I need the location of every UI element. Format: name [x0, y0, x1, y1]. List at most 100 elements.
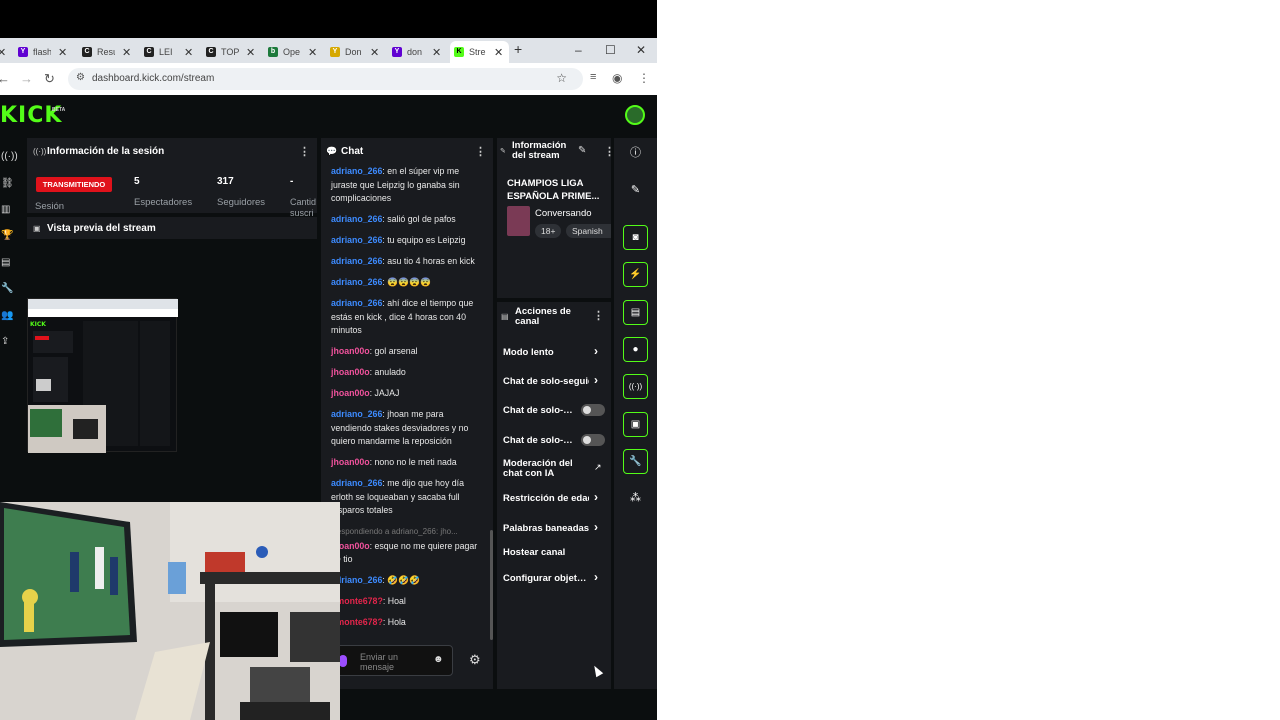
action-slow-mode[interactable]: Modo lento: [503, 347, 554, 358]
broadcast-icon: ((·)): [33, 147, 47, 156]
chat-settings-gear-icon[interactable]: ⚙: [469, 652, 481, 668]
close-icon[interactable]: ✕: [246, 46, 255, 59]
list-item: adriano_266: me dijo que hoy día erloth …: [331, 478, 465, 515]
tab-previous[interactable]: ✕: [0, 41, 6, 63]
close-icon[interactable]: ✕: [0, 46, 6, 59]
channel-actions-title: Acciones de canal: [515, 306, 571, 327]
close-icon[interactable]: ✕: [370, 46, 379, 59]
tab-4[interactable]: C TOP ✕: [206, 41, 255, 63]
trophy-icon[interactable]: 🏆: [1, 230, 13, 241]
new-tab-button[interactable]: +: [514, 41, 522, 57]
maximize-button[interactable]: ☐: [605, 43, 616, 57]
tab-3[interactable]: C LEI ✕: [144, 41, 193, 63]
channel-actions-menu-icon[interactable]: ⋮: [593, 309, 604, 322]
category-thumbnail[interactable]: [507, 206, 530, 236]
notes-icon[interactable]: ▤: [623, 300, 648, 325]
action-banned-words[interactable]: Palabras baneadas: [503, 523, 589, 534]
chevron-right-icon[interactable]: ›: [594, 490, 598, 504]
list-item: adriano_266: tu equipo es Leipzig: [331, 235, 466, 245]
users-icon[interactable]: 👥: [1, 310, 13, 321]
lightning-icon[interactable]: ⚡: [623, 262, 648, 287]
channel-actions-icon[interactable]: ▣: [623, 412, 648, 437]
action-subscribers-only[interactable]: Chat de solo-suscriptores: [503, 405, 573, 416]
yahoo-icon: Y: [18, 47, 28, 57]
action-emotes-only[interactable]: Chat de solo-emotes: [503, 435, 573, 446]
live-status-badge: TRANSMITIENDO: [36, 177, 112, 192]
action-followers-only[interactable]: Chat de solo-seguidores: [503, 376, 589, 387]
tab-6[interactable]: Y Don ✕: [330, 41, 379, 63]
list-item: Respondiendo a adriano_266: jho... jhoan0…: [331, 525, 481, 567]
subscribers-only-toggle[interactable]: [581, 404, 605, 416]
chess-icon: C: [206, 47, 216, 57]
broadcast-icon[interactable]: ((·)): [1, 151, 18, 162]
broadcast-icon[interactable]: ((·)): [623, 374, 648, 399]
preview-title: Vista previa del stream: [47, 223, 156, 234]
reload-icon[interactable]: ↻: [44, 71, 55, 87]
emoji-icon[interactable]: ☻: [433, 654, 444, 665]
close-window-button[interactable]: ✕: [636, 43, 646, 57]
list-item: adriano_266: en el súper vip me juraste …: [331, 166, 460, 203]
forward-icon[interactable]: →: [20, 71, 33, 86]
tab-7[interactable]: Ydon ✕: [392, 41, 441, 63]
close-icon[interactable]: ✕: [184, 46, 193, 59]
video-icon[interactable]: ▤: [1, 257, 10, 268]
url-field[interactable]: ⚙ dashboard.kick.com/stream ☆: [68, 68, 583, 90]
tag-18plus: 18+: [535, 224, 562, 238]
reading-list-icon[interactable]: ≡: [590, 71, 596, 83]
more-tools-icon[interactable]: ⁂: [623, 486, 648, 511]
chat-message-input[interactable]: Enviar un mensaje ☻: [334, 645, 453, 676]
info-icon[interactable]: ⓘ: [623, 141, 648, 166]
panel-menu-icon[interactable]: ⋮: [299, 145, 310, 158]
chess-icon: C: [82, 47, 92, 57]
chevron-right-icon[interactable]: ›: [594, 570, 598, 584]
minimize-button[interactable]: –: [575, 43, 582, 57]
list-item: adriano_266: jhoan me para vendiendo sta…: [331, 409, 469, 446]
back-icon[interactable]: ←: [0, 71, 10, 86]
pencil-small-icon: ✎: [500, 148, 506, 155]
close-icon[interactable]: ✕: [432, 46, 441, 59]
subs-count: -: [290, 176, 294, 187]
action-host-channel[interactable]: Hostear canal: [503, 547, 565, 558]
close-icon[interactable]: ✕: [122, 46, 131, 59]
bookmark-star-icon[interactable]: ☆: [556, 71, 567, 85]
chat-menu-icon[interactable]: ⋮: [475, 145, 486, 158]
action-age-restriction[interactable]: Restricción de edad: [503, 493, 589, 504]
edit-pencil-icon[interactable]: ✎: [623, 178, 648, 203]
stream-preview-thumbnail[interactable]: KICK: [27, 298, 178, 453]
chevron-right-icon[interactable]: ›: [594, 344, 598, 358]
external-link-icon[interactable]: ↗: [594, 462, 602, 473]
chat-title: Chat: [341, 146, 364, 157]
chat-scrollbar[interactable]: [490, 530, 493, 640]
close-icon[interactable]: ✕: [308, 46, 317, 59]
tab-5[interactable]: b Ope ✕: [268, 41, 317, 63]
bet365-icon: b: [268, 47, 278, 57]
camera-tool-button[interactable]: ◙: [623, 225, 648, 250]
tab-2[interactable]: CResu✕: [82, 41, 131, 63]
chevron-right-icon[interactable]: ›: [594, 520, 598, 534]
link-icon[interactable]: ⛓: [1, 178, 14, 189]
category-name[interactable]: Conversando: [535, 208, 592, 219]
close-icon[interactable]: ✕: [494, 46, 503, 59]
followers-label: Seguidores: [217, 197, 266, 208]
avatar[interactable]: [625, 105, 645, 125]
action-configure-goals[interactable]: Configurar objetivos: [503, 573, 588, 584]
action-ai-moderation[interactable]: Moderación del chat con IA: [503, 459, 577, 479]
tab-8-active[interactable]: K Stre ✕: [450, 41, 510, 63]
edit-pencil-icon[interactable]: ✎: [578, 145, 586, 156]
wrench-icon[interactable]: 🔧: [1, 283, 13, 294]
chat-bubble-icon[interactable]: ●: [623, 337, 648, 362]
wrench-icon[interactable]: 🔧: [623, 449, 648, 474]
profile-icon[interactable]: ◉: [612, 71, 622, 85]
analytics-icon[interactable]: ▥: [1, 204, 10, 215]
chevron-right-icon[interactable]: ›: [594, 373, 598, 387]
menu-dots-icon[interactable]: ⋮: [638, 71, 650, 85]
upload-icon[interactable]: ⇪: [1, 336, 9, 347]
yahoo-icon: Y: [392, 47, 402, 57]
reply-context[interactable]: Respondiendo a adriano_266: jho...: [331, 525, 481, 539]
emotes-only-toggle[interactable]: [581, 434, 605, 446]
site-info-icon[interactable]: ⚙: [76, 72, 85, 83]
close-icon[interactable]: ✕: [58, 46, 67, 59]
tab-1[interactable]: Yflash ✕: [18, 41, 67, 63]
viewers-label: Espectadores: [134, 197, 193, 208]
url-text[interactable]: dashboard.kick.com/stream: [92, 73, 214, 84]
